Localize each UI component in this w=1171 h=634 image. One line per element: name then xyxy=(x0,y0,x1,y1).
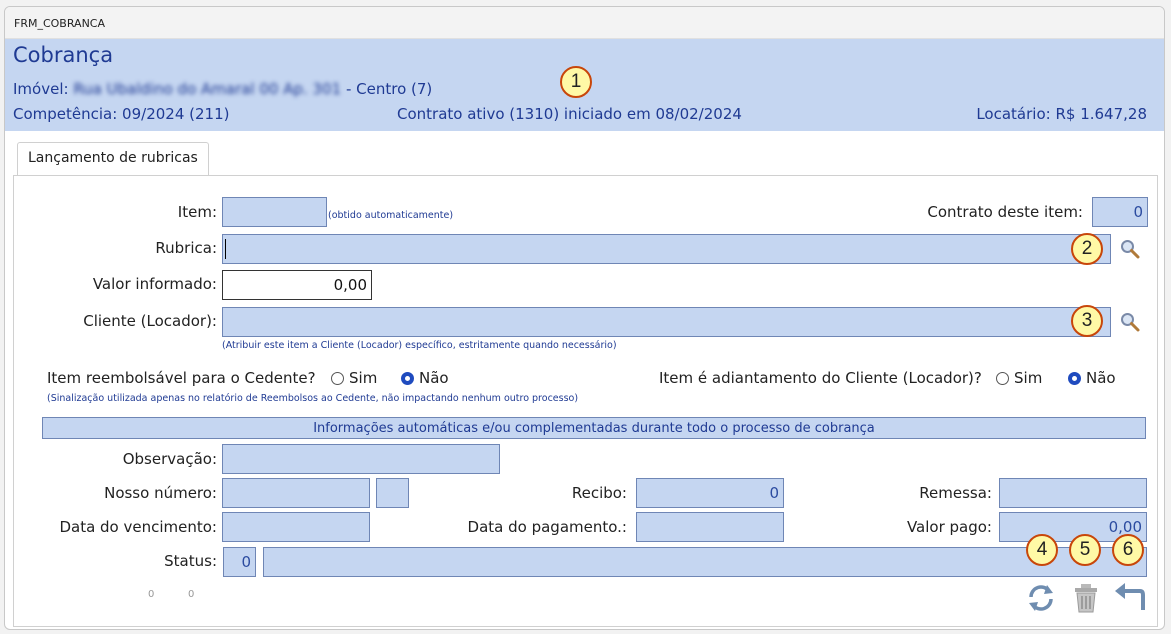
recibo-label: Recibo: xyxy=(571,484,627,502)
item-label: Item: xyxy=(177,203,217,221)
vencimento-field[interactable] xyxy=(222,512,370,542)
tab-lancamento-rubricas[interactable]: Lançamento de rubricas xyxy=(17,142,209,176)
callout-4: 4 xyxy=(1026,534,1058,566)
valor-pago-label: Valor pago: xyxy=(906,518,992,536)
pagamento-label: Data do pagamento.: xyxy=(467,518,627,536)
cliente-label: Cliente (Locador): xyxy=(83,312,217,330)
rubrica-field[interactable] xyxy=(222,234,1111,264)
remessa-label: Remessa: xyxy=(919,484,992,502)
adiantamento-nao-label[interactable]: Não xyxy=(1086,369,1116,387)
reembolsavel-nao-radio[interactable] xyxy=(401,372,414,385)
imovel-label: Imóvel: xyxy=(13,80,69,98)
callout-5: 5 xyxy=(1069,534,1101,566)
pagamento-field[interactable] xyxy=(636,512,784,542)
reembolsavel-sim-radio[interactable] xyxy=(331,372,344,385)
refresh-icon[interactable] xyxy=(1025,582,1057,614)
imovel-address-redacted: Rua Ubaldino do Amaral 00 Ap. 301 xyxy=(73,80,342,98)
adiantamento-nao-radio[interactable] xyxy=(1068,372,1081,385)
remessa-field[interactable] xyxy=(999,478,1147,508)
competencia-text: Competência: 09/2024 (211) xyxy=(13,105,230,123)
callout-6: 6 xyxy=(1112,534,1144,566)
imovel-suffix: - Centro (7) xyxy=(341,80,433,98)
rubrica-label: Rubrica: xyxy=(155,239,217,257)
text-caret xyxy=(225,239,226,259)
counter-a: 0 xyxy=(148,589,155,600)
item-hint: (obtido automaticamente) xyxy=(328,210,454,221)
reembolsavel-hint: (Sinalização utilizada apenas no relatór… xyxy=(47,393,579,404)
nosso-numero-field[interactable] xyxy=(222,478,370,508)
contrato-item-label: Contrato deste item: xyxy=(927,203,1083,221)
window-title: FRM_COBRANCA xyxy=(5,7,1164,39)
nosso-numero-label: Nosso número: xyxy=(104,484,217,502)
auto-info-section-bar: Informações automáticas e/ou complementa… xyxy=(42,417,1146,439)
undo-arrow-icon[interactable] xyxy=(1112,582,1146,614)
cliente-hint: (Atribuir este item a Cliente (Locador) … xyxy=(222,340,617,351)
nosso-numero-dv-field[interactable] xyxy=(376,478,409,508)
item-field[interactable] xyxy=(222,197,327,227)
contrato-text: Contrato ativo (1310) iniciado em 08/02/… xyxy=(397,105,742,123)
rubrica-search-icon[interactable] xyxy=(1119,238,1141,260)
reembolsavel-sim-label[interactable]: Sim xyxy=(349,369,377,387)
adiantamento-sim-label[interactable]: Sim xyxy=(1014,369,1042,387)
valor-informado-field[interactable]: 0,00 xyxy=(222,270,372,300)
adiantamento-label: Item é adiantamento do Cliente (Locador)… xyxy=(659,369,982,387)
reembolsavel-label: Item reembolsável para o Cedente? xyxy=(47,369,316,387)
locatario-text: Locatário: R$ 1.647,28 xyxy=(976,105,1147,123)
contrato-item-field[interactable]: 0 xyxy=(1092,197,1148,227)
vencimento-label: Data do vencimento: xyxy=(59,518,217,536)
form-window: FRM_COBRANCA Cobrança Imóvel: Rua Ubaldi… xyxy=(4,6,1165,630)
recibo-field[interactable]: 0 xyxy=(636,478,784,508)
observacao-field[interactable] xyxy=(222,444,500,474)
page-title: Cobrança xyxy=(13,43,114,67)
cliente-field[interactable] xyxy=(222,307,1111,337)
status-code-field[interactable]: 0 xyxy=(223,547,256,577)
counter-b: 0 xyxy=(188,589,195,600)
observacao-label: Observação: xyxy=(122,450,217,468)
status-label: Status: xyxy=(164,552,217,570)
trash-icon[interactable] xyxy=(1071,582,1101,614)
status-text-field[interactable] xyxy=(263,547,1147,577)
callout-3: 3 xyxy=(1071,305,1103,337)
cliente-search-icon[interactable] xyxy=(1119,311,1141,333)
callout-1: 1 xyxy=(560,66,592,98)
reembolsavel-nao-label[interactable]: Não xyxy=(419,369,449,387)
callout-2: 2 xyxy=(1071,233,1103,265)
valor-informado-label: Valor informado: xyxy=(92,275,217,293)
imovel-line: Imóvel: Rua Ubaldino do Amaral 00 Ap. 30… xyxy=(13,80,432,98)
adiantamento-sim-radio[interactable] xyxy=(996,372,1009,385)
